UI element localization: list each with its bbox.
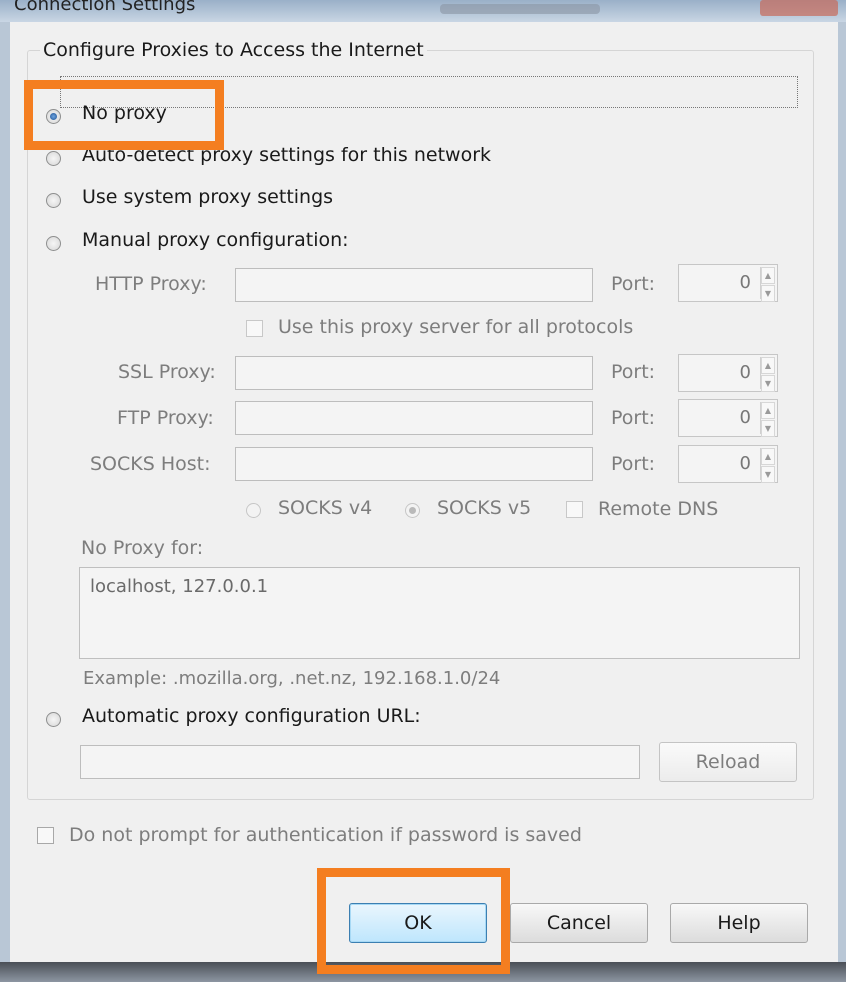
system-proxy-label[interactable]: Use system proxy settings: [82, 186, 333, 208]
ssl-port-value: 0: [739, 362, 751, 383]
socks-host-input[interactable]: [235, 447, 593, 481]
socks-port-value: 0: [739, 453, 751, 474]
no-proxy-for-label: No Proxy for:: [81, 537, 204, 559]
socks-v4-label[interactable]: SOCKS v4: [278, 497, 372, 519]
ftp-proxy-input[interactable]: [235, 401, 593, 435]
socks-port-label: Port:: [611, 453, 656, 475]
ftp-proxy-label: FTP Proxy:: [117, 407, 214, 429]
http-proxy-label: HTTP Proxy:: [95, 273, 207, 295]
auto-config-url-label[interactable]: Automatic proxy configuration URL:: [82, 705, 421, 727]
socks-port-spinner[interactable]: ▲ ▼: [760, 448, 775, 483]
title-bar-decoration: [440, 4, 600, 14]
share-proxy-label[interactable]: Use this proxy server for all protocols: [278, 316, 633, 338]
ssl-port-spinner[interactable]: ▲ ▼: [760, 357, 775, 392]
ssl-port-input[interactable]: 0 ▲ ▼: [678, 354, 778, 392]
auth-prompt-label[interactable]: Do not prompt for authentication if pass…: [69, 824, 582, 846]
groupbox-legend: Configure Proxies to Access the Internet: [40, 39, 427, 61]
spin-up-icon[interactable]: ▲: [761, 402, 775, 419]
manual-proxy-radio[interactable]: [46, 236, 61, 251]
http-proxy-input[interactable]: [235, 268, 593, 302]
window-frame-right: [838, 22, 846, 962]
auth-prompt-checkbox[interactable]: [37, 827, 54, 844]
socks-v5-label[interactable]: SOCKS v5: [437, 497, 531, 519]
ftp-port-input[interactable]: 0 ▲ ▼: [678, 399, 778, 437]
auto-config-url-input[interactable]: [80, 745, 640, 779]
no-proxy-for-value: localhost, 127.0.0.1: [90, 576, 269, 597]
spin-down-icon[interactable]: ▼: [761, 420, 775, 437]
system-proxy-radio[interactable]: [46, 193, 61, 208]
spin-down-icon[interactable]: ▼: [761, 285, 775, 302]
socks-v5-radio[interactable]: [405, 503, 420, 518]
cancel-button[interactable]: Cancel: [510, 903, 648, 943]
socks-host-label: SOCKS Host:: [90, 453, 211, 475]
ftp-port-spinner[interactable]: ▲ ▼: [760, 402, 775, 437]
ftp-port-value: 0: [739, 407, 751, 428]
http-port-input[interactable]: 0 ▲ ▼: [678, 264, 778, 302]
ssl-port-label: Port:: [611, 361, 656, 383]
title-bar: Connection Settings: [0, 0, 846, 22]
spin-up-icon[interactable]: ▲: [761, 448, 775, 465]
no-proxy-example: Example: .mozilla.org, .net.nz, 192.168.…: [83, 668, 501, 689]
auto-config-url-radio[interactable]: [46, 712, 61, 727]
http-port-label: Port:: [611, 273, 656, 295]
highlight-ok-button: [317, 868, 510, 974]
http-port-value: 0: [739, 272, 751, 293]
remote-dns-checkbox[interactable]: [566, 501, 583, 518]
auto-detect-radio[interactable]: [46, 151, 61, 166]
highlight-no-proxy: [24, 80, 224, 150]
ssl-proxy-label: SSL Proxy:: [118, 361, 216, 383]
no-proxy-for-textarea[interactable]: localhost, 127.0.0.1: [79, 567, 800, 659]
spin-up-icon[interactable]: ▲: [761, 267, 775, 284]
ssl-proxy-input[interactable]: [235, 356, 593, 390]
remote-dns-label[interactable]: Remote DNS: [598, 498, 718, 520]
spin-up-icon[interactable]: ▲: [761, 357, 775, 374]
socks-port-input[interactable]: 0 ▲ ▼: [678, 445, 778, 483]
close-window-button[interactable]: [760, 0, 838, 16]
spin-down-icon[interactable]: ▼: [761, 466, 775, 483]
window-frame-left: [0, 22, 10, 962]
help-button[interactable]: Help: [670, 903, 808, 943]
ftp-port-label: Port:: [611, 407, 656, 429]
socks-v4-radio[interactable]: [246, 503, 261, 518]
reload-button[interactable]: Reload: [659, 742, 797, 782]
window-title: Connection Settings: [14, 0, 196, 15]
manual-proxy-label[interactable]: Manual proxy configuration:: [82, 229, 349, 251]
spin-down-icon[interactable]: ▼: [761, 375, 775, 392]
share-proxy-checkbox[interactable]: [246, 320, 263, 337]
http-port-spinner[interactable]: ▲ ▼: [760, 267, 775, 302]
